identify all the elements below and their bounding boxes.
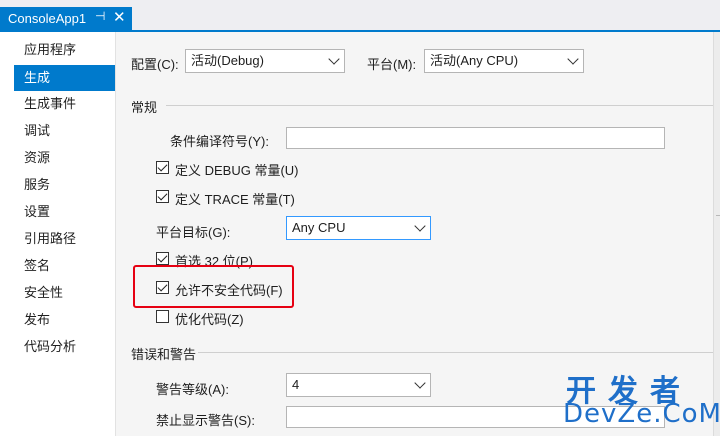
tab-consoleapp1[interactable]: ConsoleApp1 ⊣ ✕: [0, 7, 132, 30]
optimize-code-label: 优化代码(Z): [175, 312, 244, 327]
warning-level-value: 4: [292, 377, 300, 392]
sidebar-item-signing[interactable]: 签名: [14, 253, 115, 279]
sidebar-item-build[interactable]: 生成: [14, 65, 115, 91]
pin-icon[interactable]: ⊣: [95, 9, 105, 23]
red-highlight-box: [133, 265, 294, 308]
chevron-down-icon: [567, 53, 579, 65]
sidebar-item-application[interactable]: 应用程序: [14, 37, 115, 63]
sidebar-item-settings[interactable]: 设置: [14, 199, 115, 225]
platform-label: 平台(M):: [367, 57, 417, 72]
config-value: 活动(Debug): [191, 53, 264, 68]
sidebar-item-publish[interactable]: 发布: [14, 307, 115, 333]
tab-title: ConsoleApp1: [8, 11, 87, 26]
define-debug-checkbox[interactable]: [156, 161, 169, 174]
define-debug-label: 定义 DEBUG 常量(U): [175, 163, 299, 178]
scrollbar[interactable]: [713, 32, 720, 436]
sidebar-item-reference-paths[interactable]: 引用路径: [14, 226, 115, 252]
sidebar-item-services[interactable]: 服务: [14, 172, 115, 198]
general-section-title: 常规: [131, 100, 158, 115]
chevron-down-icon: [328, 53, 340, 65]
sidebar-item-build-events[interactable]: 生成事件: [14, 91, 115, 117]
panel-divider: [115, 32, 116, 436]
define-trace-label: 定义 TRACE 常量(T): [175, 192, 295, 207]
chevron-down-icon: [414, 377, 426, 389]
conditional-symbols-label: 条件编译符号(Y):: [170, 134, 269, 149]
platform-target-dropdown[interactable]: Any CPU: [286, 216, 431, 240]
errors-section-title: 错误和警告: [131, 347, 197, 362]
sidebar-item-debug[interactable]: 调试: [14, 118, 115, 144]
warning-level-label: 警告等级(A):: [156, 382, 229, 397]
sidebar-item-code-analysis[interactable]: 代码分析: [14, 334, 115, 360]
sidebar-item-security[interactable]: 安全性: [14, 280, 115, 306]
platform-target-value: Any CPU: [292, 220, 346, 235]
scrollbar-tick: [716, 215, 720, 216]
general-section-divider: [166, 105, 713, 106]
config-label: 配置(C):: [131, 57, 179, 72]
define-trace-checkbox[interactable]: [156, 190, 169, 203]
chevron-down-icon: [414, 220, 426, 232]
close-icon[interactable]: ✕: [113, 8, 126, 26]
suppress-warnings-label: 禁止显示警告(S):: [156, 413, 255, 428]
sidebar-item-resources[interactable]: 资源: [14, 145, 115, 171]
watermark-logo-text: DevZe.CoM: [563, 399, 720, 429]
errors-section-divider: [198, 352, 713, 353]
prefer-32bit-checkbox[interactable]: [156, 252, 169, 265]
warning-level-dropdown[interactable]: 4: [286, 373, 431, 397]
property-sidebar: 应用程序 生成 生成事件 调试 资源 服务 设置 引用路径 签名 安全性 发布 …: [0, 32, 115, 436]
conditional-symbols-input[interactable]: [286, 127, 665, 149]
config-dropdown[interactable]: 活动(Debug): [185, 49, 345, 73]
platform-target-label: 平台目标(G):: [156, 225, 231, 240]
optimize-code-checkbox[interactable]: [156, 310, 169, 323]
platform-value: 活动(Any CPU): [430, 53, 519, 68]
platform-dropdown[interactable]: 活动(Any CPU): [424, 49, 584, 73]
document-tab-strip: ConsoleApp1 ⊣ ✕: [0, 0, 720, 31]
